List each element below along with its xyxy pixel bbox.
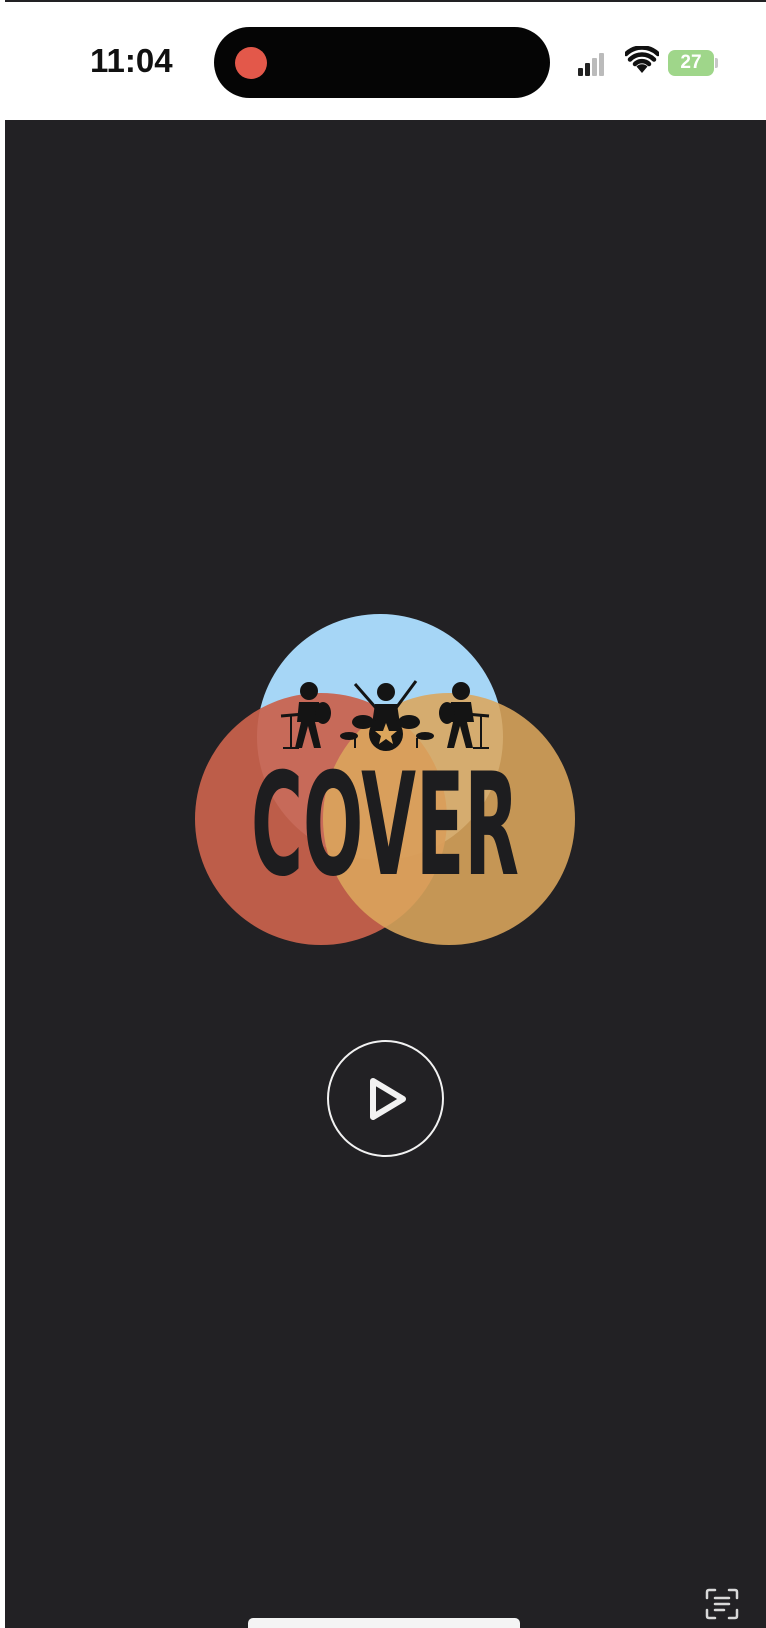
battery-charging-icon: 27	[668, 50, 718, 76]
status-bar: 11:04 27	[5, 2, 766, 120]
wifi-icon	[625, 46, 659, 73]
logo-text: COVER	[251, 743, 519, 908]
status-time: 11:04	[90, 42, 173, 79]
text-scan-icon[interactable]	[705, 1588, 739, 1620]
home-indicator[interactable]	[248, 1618, 520, 1628]
cover-logo: COVER	[195, 614, 575, 945]
battery-percent: 27	[680, 52, 702, 73]
dynamic-island[interactable]	[214, 27, 550, 98]
play-button[interactable]	[327, 1040, 444, 1157]
recording-dot-icon	[235, 47, 267, 79]
signal-icon	[578, 53, 604, 76]
battery-tip	[715, 58, 718, 68]
play-icon	[370, 1078, 406, 1120]
